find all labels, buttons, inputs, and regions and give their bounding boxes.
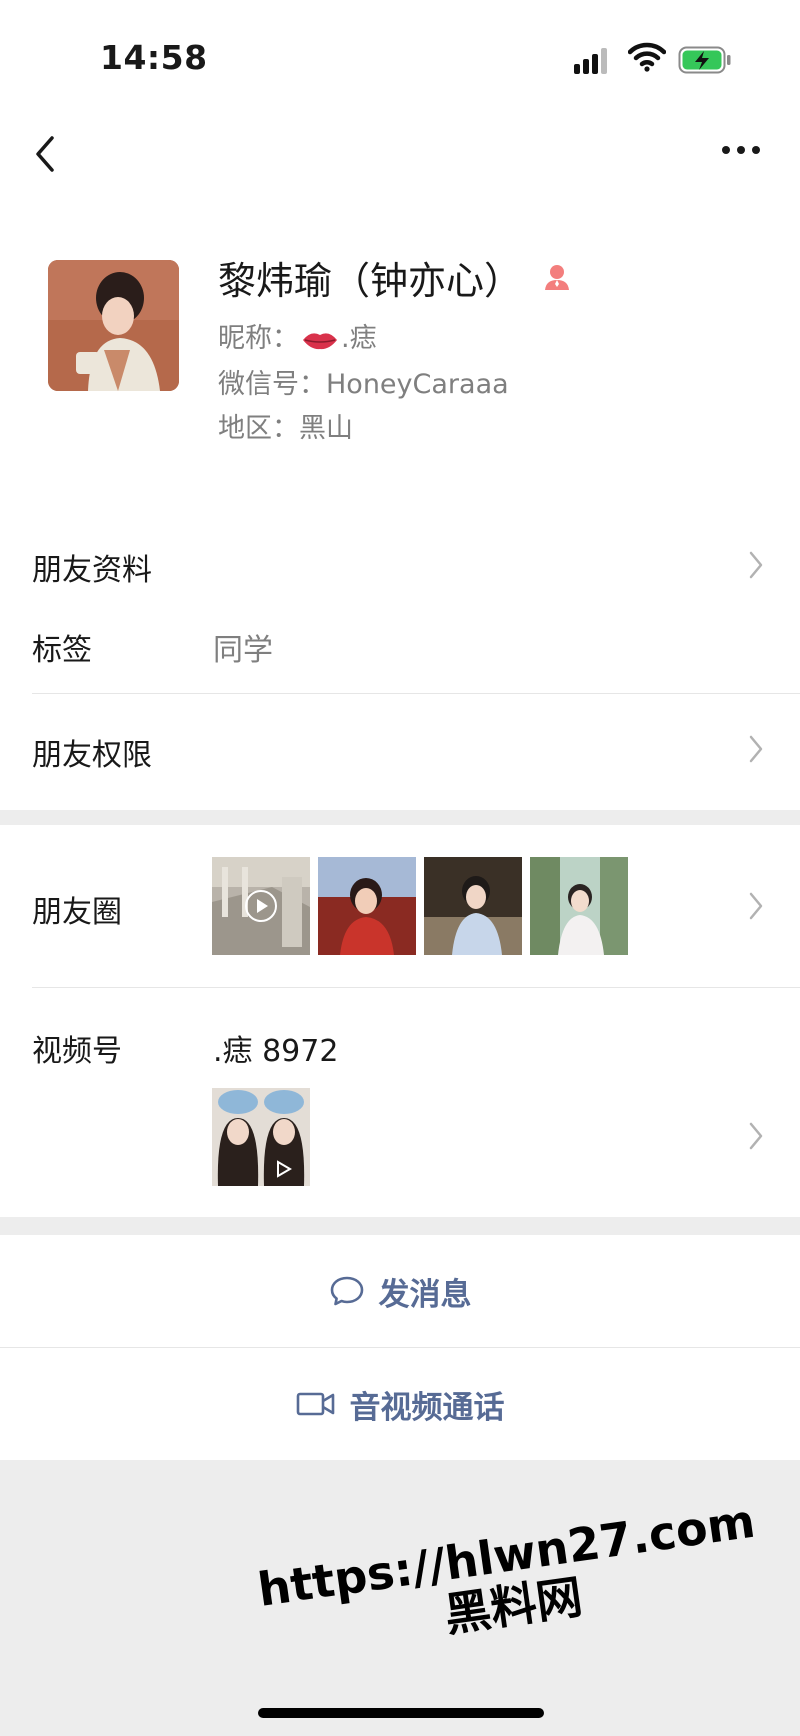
av-call-label: 音视频通话	[349, 1389, 505, 1426]
region-line: 地区：黑山	[218, 413, 353, 444]
moments-photo[interactable]	[212, 857, 310, 955]
channels-label: 视频号	[32, 1034, 122, 1069]
action-buttons: 发消息 音视频通话	[0, 1235, 800, 1460]
more-dots-icon[interactable]	[722, 146, 762, 158]
channels-row[interactable]: 视频号 .痣 8972	[0, 988, 800, 1217]
tags-label: 标签	[32, 633, 92, 668]
send-message-label: 发消息	[378, 1276, 472, 1313]
social-list: 朋友圈 视频号 .痣 8972	[0, 825, 800, 1217]
play-icon	[245, 890, 277, 922]
chevron-right-icon	[749, 892, 763, 920]
chevron-right-icon	[749, 551, 763, 579]
home-indicator[interactable]	[258, 1708, 544, 1718]
chevron-right-icon	[749, 735, 763, 763]
moments-photo[interactable]	[424, 857, 522, 955]
status-time: 14:58	[100, 38, 208, 77]
section-gap	[0, 810, 800, 825]
nav-bar	[0, 110, 800, 210]
moments-photo[interactable]	[318, 857, 416, 955]
send-message-button[interactable]: 发消息	[0, 1235, 800, 1347]
status-bar: 14:58	[0, 0, 800, 110]
section-gap	[0, 1217, 800, 1235]
moments-row[interactable]: 朋友圈	[0, 825, 800, 987]
moments-photo[interactable]	[530, 857, 628, 955]
video-camera-icon	[296, 1392, 334, 1416]
avatar[interactable]	[48, 260, 179, 391]
chevron-left-icon[interactable]	[30, 130, 64, 178]
chat-bubble-icon	[330, 1276, 363, 1306]
cellular-signal-icon	[574, 46, 614, 74]
tags-row[interactable]: 标签 同学	[0, 613, 800, 693]
name-row: 黎炜瑜（钟亦心）	[218, 252, 572, 303]
tags-value: 同学	[213, 633, 273, 668]
nickname-label: 昵称：	[218, 323, 299, 354]
battery-charging-icon	[678, 46, 731, 74]
av-call-button[interactable]: 音视频通话	[0, 1348, 800, 1460]
channels-value: .痣 8972	[213, 1034, 339, 1069]
chevron-right-icon	[749, 1122, 763, 1150]
profile-header: 黎炜瑜（钟亦心） 昵称： .痣 微信号：HoneyCaraaa 地区：黑山	[0, 210, 800, 505]
friend-permissions-row[interactable]: 朋友权限	[0, 694, 800, 810]
friend-info-label: 朋友资料	[32, 553, 152, 588]
watermark: https://hlwn27.com 黑料网	[236, 1493, 785, 1668]
profile-name: 黎炜瑜（钟亦心）	[218, 258, 523, 303]
lips-emoji-icon	[303, 332, 337, 349]
channels-thumbnail[interactable]	[212, 1088, 310, 1186]
moments-thumbnails	[212, 857, 628, 955]
friend-permissions-label: 朋友权限	[32, 738, 152, 773]
female-user-icon	[545, 265, 570, 290]
wifi-icon	[628, 42, 666, 72]
friend-info-row[interactable]: 朋友资料	[0, 505, 800, 627]
info-list: 朋友资料 标签 同学 朋友权限	[0, 505, 800, 810]
moments-label: 朋友圈	[32, 895, 122, 930]
nickname-suffix: .痣	[341, 323, 377, 354]
nickname-line: 昵称： .痣	[218, 316, 377, 355]
wechat-id-line: 微信号：HoneyCaraaa	[218, 369, 509, 400]
